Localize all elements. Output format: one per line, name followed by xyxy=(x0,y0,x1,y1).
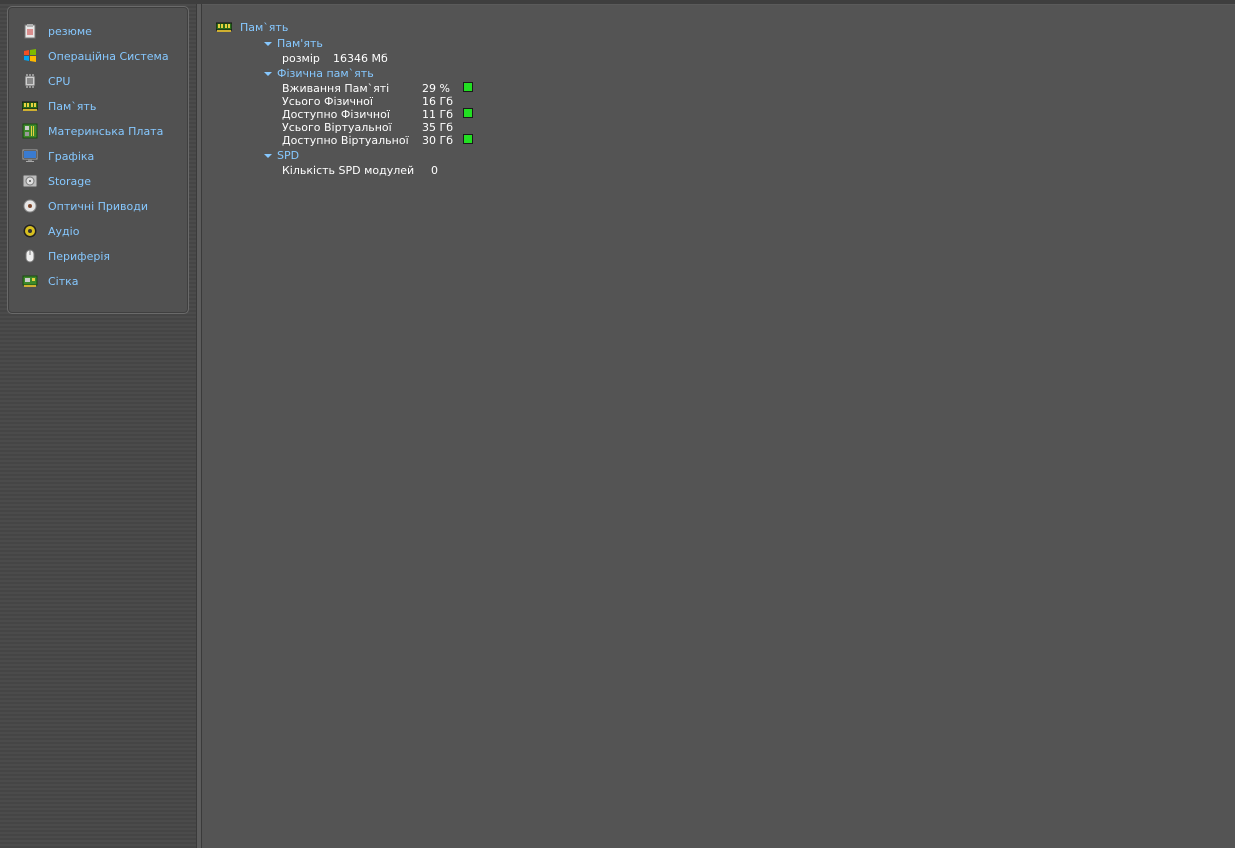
status-indicator xyxy=(463,134,473,144)
prop-value: 29 % xyxy=(422,82,450,95)
monitor-icon xyxy=(22,148,38,164)
prop-value: 35 Гб xyxy=(422,121,453,134)
prop-value: 16346 Мб xyxy=(333,52,388,65)
prop-row: Доступно Віртуальної 30 Гб xyxy=(282,134,453,147)
prop-label: Кількість SPD модулей xyxy=(282,164,415,177)
prop-label: Доступно Віртуальної xyxy=(282,134,409,147)
sidebar-item-label: Сітка xyxy=(48,274,79,288)
cpu-chip-icon xyxy=(22,73,38,89)
sidebar-item-label: Оптичні Приводи xyxy=(48,199,149,213)
sidebar-item-network[interactable]: Сітка xyxy=(22,271,79,291)
sidebar-item-memory[interactable]: Пам`ять xyxy=(21,96,97,116)
sidebar-item-summary[interactable]: резюме xyxy=(22,21,92,41)
tree-root[interactable]: Пам`ять xyxy=(215,19,289,35)
prop-label: Усього Віртуальної xyxy=(282,121,392,134)
sidebar-item-audio[interactable]: Аудіо xyxy=(22,221,79,241)
details-pane: Пам`ять Пам'ять розмір 16346 Мб Фізична … xyxy=(202,5,1235,848)
section-physical-toggle[interactable]: Фізична пам`ять xyxy=(264,67,374,80)
section-spd-toggle[interactable]: SPD xyxy=(264,149,299,162)
prop-row: Усього Фізичної 16 Гб xyxy=(282,95,453,108)
ram-module-icon xyxy=(21,98,39,114)
windows-logo-icon xyxy=(22,48,38,64)
prop-row: Доступно Фізичної 11 Гб xyxy=(282,108,453,121)
sidebar-item-label: Пам`ять xyxy=(48,99,97,113)
hard-drive-icon xyxy=(22,173,38,189)
prop-value: 30 Гб xyxy=(422,134,453,147)
section-memory-toggle[interactable]: Пам'ять xyxy=(264,37,323,50)
sidebar-item-cpu[interactable]: CPU xyxy=(22,71,70,91)
tree-root-label: Пам`ять xyxy=(240,20,289,34)
sidebar-item-peripherals[interactable]: Периферія xyxy=(22,246,110,266)
prop-label: Усього Фізичної xyxy=(282,95,373,108)
prop-value: 11 Гб xyxy=(422,108,453,121)
section-title: Фізична пам`ять xyxy=(277,67,374,80)
prop-label: Доступно Фізичної xyxy=(282,108,390,121)
sidebar-item-storage[interactable]: Storage xyxy=(22,171,91,191)
sidebar-item-label: Операційна Система xyxy=(48,49,169,63)
sidebar-item-label: резюме xyxy=(48,24,92,38)
sidebar-nav: резюме Операційна Система CPU Пам`ять Ма… xyxy=(7,6,189,314)
sidebar-item-graphics[interactable]: Графіка xyxy=(22,146,94,166)
optical-disc-icon xyxy=(22,198,38,214)
ram-module-icon xyxy=(215,19,233,35)
sidebar-item-label: Периферія xyxy=(48,249,110,263)
prop-row: Кількість SPD модулей 0 xyxy=(282,164,438,177)
sidebar-item-motherboard[interactable]: Материнська Плата xyxy=(22,121,163,141)
prop-label: Вживання Пам`яті xyxy=(282,82,390,95)
status-indicator xyxy=(463,82,473,92)
motherboard-icon xyxy=(22,123,38,139)
sidebar-item-os[interactable]: Операційна Система xyxy=(22,46,169,66)
section-title: Пам'ять xyxy=(277,37,323,50)
left-pane: резюме Операційна Система CPU Пам`ять Ма… xyxy=(0,4,196,848)
prop-label: розмір xyxy=(282,52,320,65)
sidebar-item-label: Аудіо xyxy=(48,224,80,238)
caret-down-icon xyxy=(264,153,272,158)
prop-value: 0 xyxy=(431,164,438,177)
summary-clipboard-icon xyxy=(22,23,38,39)
sidebar-item-optical[interactable]: Оптичні Приводи xyxy=(22,196,148,216)
caret-down-icon xyxy=(264,41,272,46)
network-card-icon xyxy=(22,273,38,289)
speaker-icon xyxy=(22,223,38,239)
sidebar-item-label: Материнська Плата xyxy=(48,124,164,138)
prop-value: 16 Гб xyxy=(422,95,453,108)
section-title: SPD xyxy=(277,149,300,162)
prop-row: розмір 16346 Мб xyxy=(282,52,388,65)
sidebar-item-label: Графіка xyxy=(48,149,95,163)
prop-row: Усього Віртуальної 35 Гб xyxy=(282,121,453,134)
prop-row: Вживання Пам`яті 29 % xyxy=(282,82,450,95)
sidebar-item-label: Storage xyxy=(48,174,92,188)
mouse-icon xyxy=(22,248,38,264)
caret-down-icon xyxy=(264,71,272,76)
status-indicator xyxy=(463,108,473,118)
app-window: резюме Операційна Система CPU Пам`ять Ма… xyxy=(0,0,1235,848)
sidebar-item-label: CPU xyxy=(48,74,71,88)
